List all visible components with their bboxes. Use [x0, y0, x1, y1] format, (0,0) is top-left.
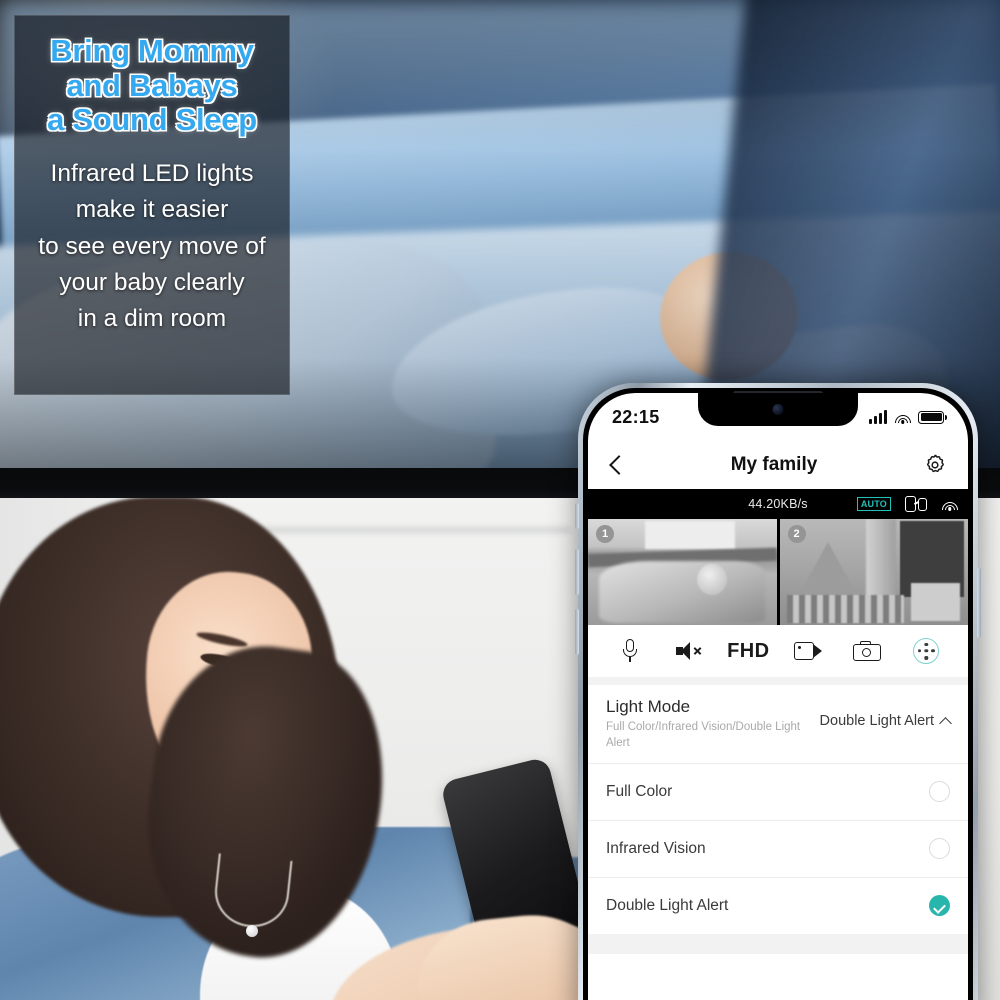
settings-tail	[588, 953, 968, 1000]
power-button[interactable]	[977, 568, 981, 638]
light-mode-card: Light Mode Full Color/Infrared Vision/Do…	[588, 685, 968, 934]
wifi-icon	[941, 498, 958, 511]
record-video-button[interactable]	[788, 634, 828, 668]
promo-headline-line-3: a Sound Sleep	[47, 102, 257, 138]
phone-mockup: 22:15 My family 44.20KB/s AUTO 1 2 FHD L…	[575, 383, 981, 1000]
split-screen-icon[interactable]	[905, 496, 927, 512]
snapshot-button[interactable]	[847, 634, 887, 668]
promo-headline-line-1: Bring Mommy	[50, 33, 254, 68]
radio-unselected[interactable]	[929, 838, 950, 860]
option-label: Infrared Vision	[606, 839, 706, 857]
wifi-icon	[894, 411, 911, 424]
promo-body: Infrared LED lights make it easier to se…	[25, 156, 279, 337]
promo-body-line-3: to see every move of	[38, 232, 266, 260]
app-nav-bar: My family	[588, 441, 968, 489]
camera-feed-grid: 1 2	[588, 519, 968, 625]
gear-icon[interactable]	[922, 452, 948, 478]
chevron-left-icon[interactable]	[609, 455, 629, 475]
camera-icon	[852, 641, 881, 661]
settings-spacer	[588, 933, 968, 954]
silent-switch[interactable]	[575, 503, 579, 529]
phone-body: 22:15 My family 44.20KB/s AUTO 1 2 FHD L…	[583, 388, 973, 1000]
cellular-signal-icon	[869, 409, 887, 424]
promo-body-line-5: in a dim room	[77, 305, 227, 333]
speaker-muted-icon	[675, 641, 702, 661]
notch	[698, 393, 858, 426]
promo-headline: Bring Mommy and Babays a Sound Sleep	[25, 33, 279, 138]
promo-body-line-4: your baby clearly	[59, 268, 245, 296]
pan-tilt-icon	[913, 638, 940, 664]
stream-controls: AUTO	[856, 496, 958, 512]
volume-down-button[interactable]	[575, 609, 579, 655]
volume-up-button[interactable]	[575, 549, 579, 595]
light-mode-option-full-color[interactable]: Full Color	[588, 762, 968, 820]
network-speed-label: 44.20KB/s	[748, 497, 808, 511]
promo-headline-line-2: and Babays	[66, 67, 238, 103]
option-label: Double Light Alert	[606, 896, 729, 914]
promo-body-line-2: make it easier	[75, 196, 229, 224]
pan-tilt-button[interactable]	[906, 634, 946, 668]
light-mode-value: Double Light Alert	[819, 713, 934, 729]
microphone-icon	[622, 639, 637, 663]
light-mode-value-group[interactable]: Double Light Alert	[819, 697, 952, 730]
phone-screen: 22:15 My family 44.20KB/s AUTO 1 2 FHD L…	[588, 393, 968, 1000]
light-mode-header[interactable]: Light Mode Full Color/Infrared Vision/Do…	[588, 685, 968, 763]
resolution-label: FHD	[727, 639, 770, 662]
radio-selected[interactable]	[929, 895, 950, 917]
necklace-pendant	[246, 925, 258, 937]
light-mode-subtitle: Full Color/Infrared Vision/Double Light …	[606, 721, 801, 749]
settings-panel: Light Mode Full Color/Infrared Vision/Do…	[588, 677, 968, 1000]
front-camera-icon	[772, 404, 784, 415]
microphone-button[interactable]	[610, 634, 650, 668]
promo-page: Bring Mommy and Babays a Sound Sleep Inf…	[0, 0, 1000, 1000]
feed-badge: 1	[596, 525, 614, 543]
option-label: Full Color	[606, 782, 673, 800]
speaker-mute-button[interactable]	[669, 634, 709, 668]
resolution-button[interactable]: FHD	[727, 634, 770, 668]
camera-toolbar: FHD	[588, 625, 968, 677]
page-title: My family	[730, 454, 818, 475]
status-time: 22:15	[612, 406, 660, 427]
radio-unselected[interactable]	[929, 781, 950, 803]
light-mode-option-infrared-vision[interactable]: Infrared Vision	[588, 819, 968, 877]
auto-quality-badge[interactable]: AUTO	[856, 497, 891, 511]
status-bar: 22:15	[588, 393, 968, 441]
camera-feed-2[interactable]: 2	[779, 519, 968, 625]
video-camera-icon	[793, 642, 822, 660]
light-mode-title: Light Mode	[606, 697, 691, 716]
battery-full-icon	[918, 410, 947, 424]
status-indicators	[869, 409, 947, 424]
light-mode-option-double-light-alert[interactable]: Double Light Alert	[588, 876, 968, 934]
feed-badge: 2	[787, 525, 806, 543]
light-mode-header-text: Light Mode Full Color/Infrared Vision/Do…	[606, 697, 811, 751]
chevron-up-icon[interactable]	[939, 716, 952, 730]
stream-info-strip: 44.20KB/s AUTO	[588, 489, 968, 519]
promo-body-line-1: Infrared LED lights	[50, 160, 254, 188]
camera-feed-1[interactable]: 1	[588, 519, 777, 625]
promo-copy-overlay: Bring Mommy and Babays a Sound Sleep Inf…	[14, 15, 290, 395]
